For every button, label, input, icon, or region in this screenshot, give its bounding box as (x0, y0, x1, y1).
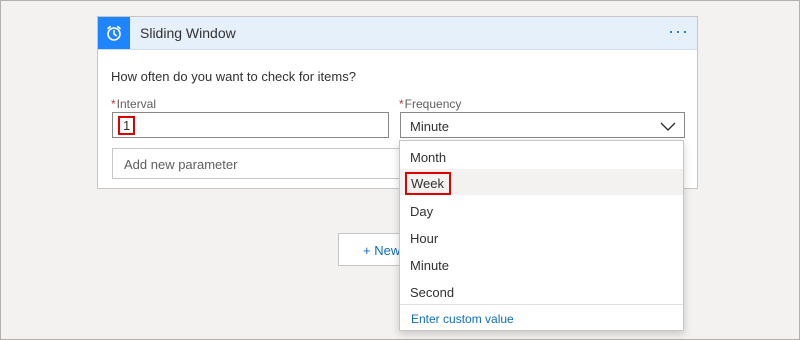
question-text: How often do you want to check for items… (111, 69, 356, 84)
interval-label: *Interval (111, 97, 156, 111)
add-new-parameter-dropdown[interactable]: Add new parameter (112, 148, 402, 179)
frequency-label-text: Frequency (404, 97, 462, 111)
interval-value[interactable]: 1 (118, 116, 136, 135)
required-marker: * (399, 97, 404, 111)
option-label: Week (405, 172, 451, 195)
interval-label-text: Interval (116, 97, 157, 111)
option-label: Hour (410, 231, 439, 246)
option-day[interactable]: Day (400, 197, 683, 223)
option-minute[interactable]: Minute (400, 251, 683, 277)
option-label: Second (410, 285, 455, 300)
required-marker: * (111, 97, 116, 111)
card-title: Sliding Window (140, 25, 236, 41)
chevron-down-icon[interactable] (660, 119, 676, 137)
option-label: Month (410, 150, 447, 165)
option-hour[interactable]: Hour (400, 224, 683, 250)
option-label: Minute (410, 258, 450, 273)
card-header[interactable]: Sliding Window ··· (98, 17, 697, 50)
alarm-clock-icon (98, 17, 130, 49)
option-second[interactable]: Second (400, 278, 683, 304)
divider (400, 304, 683, 305)
new-step-label: + New (363, 243, 401, 258)
frequency-options-menu: Month Week Day Hour Minute Second Enter … (399, 140, 684, 331)
canvas: Sliding Window ··· How often do you want… (0, 0, 800, 340)
option-label: Day (410, 204, 434, 219)
add-parameter-placeholder: Add new parameter (124, 157, 238, 172)
frequency-label: *Frequency (399, 97, 461, 111)
interval-input[interactable]: 1 (112, 112, 389, 138)
more-options-button[interactable]: ··· (668, 21, 689, 42)
frequency-dropdown[interactable]: Minute (400, 112, 685, 138)
enter-custom-value-link[interactable]: Enter custom value (411, 312, 514, 326)
frequency-selected-value: Minute (410, 119, 450, 134)
option-week[interactable]: Week (400, 169, 683, 195)
option-month[interactable]: Month (400, 143, 683, 169)
